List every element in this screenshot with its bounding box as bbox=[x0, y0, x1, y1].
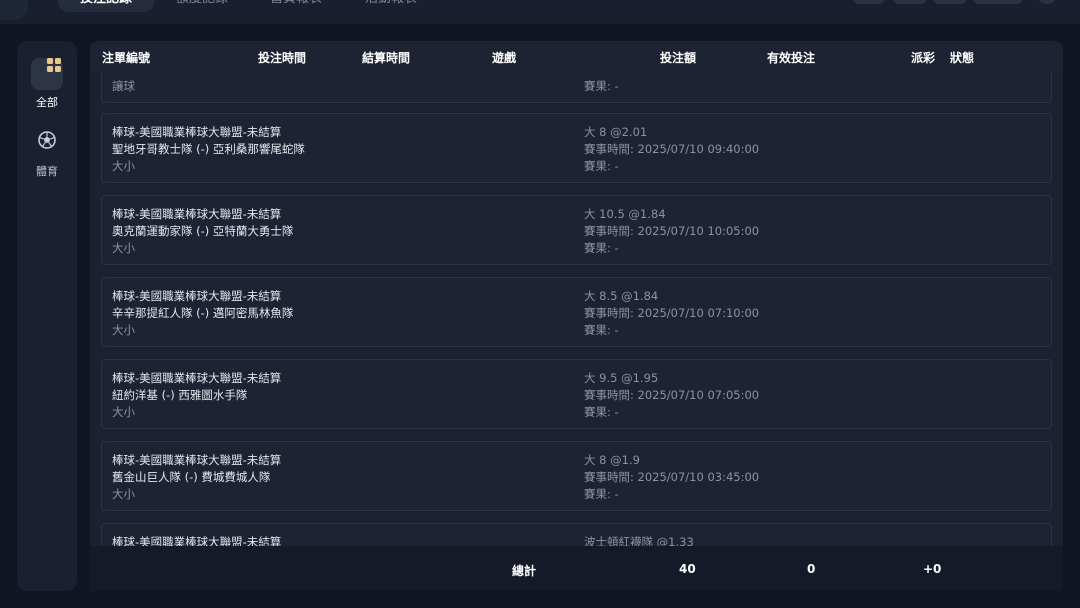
header-order-no: 注單編號 bbox=[102, 51, 151, 65]
row-league: 棒球-美國職業棒球大聯盟-未結算 bbox=[112, 371, 282, 385]
sidebar-item-sports[interactable]: 體育 bbox=[17, 127, 77, 179]
row-result: 賽果: - bbox=[584, 241, 619, 255]
table-row[interactable]: 棒球-美國職業棒球大聯盟-未結算 紐約洋基 (-) 西雅圖水手隊 大小 大 9.… bbox=[101, 359, 1052, 429]
tab-event-report[interactable]: 活動報表 bbox=[365, 0, 417, 10]
total-label: 總計 bbox=[512, 564, 537, 578]
row-event-time: 賽事時間: 2025/07/10 10:05:00 bbox=[584, 224, 760, 238]
row-league: 棒球-美國職業棒球大聯盟-未結算 bbox=[112, 125, 282, 139]
row-result: 賽果: - bbox=[584, 79, 619, 93]
total-valid-bet: 0 bbox=[807, 562, 816, 576]
row-result: 賽果: - bbox=[584, 405, 619, 419]
table-header: 注單編號 投注時間 結算時間 遊戲 投注額 有效投注 派彩 狀態 bbox=[90, 41, 1063, 71]
row-match: 紐約洋基 (-) 西雅圖水手隊 bbox=[112, 388, 248, 402]
row-pick: 大 9.5 @1.95 bbox=[584, 371, 659, 385]
sidebar-item-label: 體育 bbox=[36, 165, 58, 178]
row-pick: 大 10.5 @1.84 bbox=[584, 207, 666, 221]
tab-credit-records[interactable]: 額度記錄 bbox=[176, 0, 228, 10]
row-match: 奧克蘭運動家隊 (-) 亞特蘭大勇士隊 bbox=[112, 224, 294, 238]
table-footer-totals: 總計 40 0 +0 bbox=[90, 546, 1063, 591]
header-status: 狀態 bbox=[950, 51, 975, 65]
row-market: 讓球 bbox=[112, 79, 135, 93]
row-match: 辛辛那提紅人隊 (-) 邁阿密馬林魚隊 bbox=[112, 306, 294, 320]
row-pick: 大 8 @2.01 bbox=[584, 125, 648, 139]
row-market: 大小 bbox=[112, 241, 135, 255]
toolbar-button-2[interactable] bbox=[893, 0, 927, 4]
row-market: 大小 bbox=[112, 323, 135, 337]
toolbar-button-1[interactable] bbox=[853, 0, 885, 4]
row-event-time: 賽事時間: 2025/07/10 03:45:00 bbox=[584, 470, 760, 484]
table-row[interactable]: 讓球 賽果: - bbox=[101, 71, 1052, 103]
tab-profit-report[interactable]: 營負報表 bbox=[270, 0, 322, 10]
table-body[interactable]: 讓球 賽果: - 棒球-美國職業棒球大聯盟-未結算 聖地牙哥教士隊 (-) 亞利… bbox=[90, 71, 1063, 546]
row-market: 大小 bbox=[112, 159, 135, 173]
header-bet-time: 投注時間 bbox=[258, 51, 307, 65]
row-pick: 波士頓紅襪隊 @1.33 bbox=[584, 535, 694, 546]
top-tab-bar: 投注記錄 額度記錄 營負報表 活動報表 bbox=[0, 0, 1080, 24]
user-avatar[interactable] bbox=[1036, 0, 1058, 4]
row-league: 棒球-美國職業棒球大聯盟-未結算 bbox=[112, 207, 282, 221]
category-sidebar: 全部 體育 bbox=[17, 41, 77, 591]
header-settle-time: 結算時間 bbox=[362, 51, 411, 65]
header-bet-amount: 投注額 bbox=[660, 51, 697, 65]
soccer-ball-icon bbox=[31, 127, 63, 159]
row-match: 聖地牙哥教士隊 (-) 亞利桑那響尾蛇隊 bbox=[112, 142, 305, 156]
row-result: 賽果: - bbox=[584, 323, 619, 337]
row-event-time: 賽事時間: 2025/07/10 07:10:00 bbox=[584, 306, 760, 320]
sidebar-item-label: 全部 bbox=[36, 96, 58, 109]
grid-icon bbox=[31, 58, 63, 90]
table-row[interactable]: 棒球-美國職業棒球大聯盟-未結算 辛辛那提紅人隊 (-) 邁阿密馬林魚隊 大小 … bbox=[101, 277, 1052, 347]
bet-records-table: 注單編號 投注時間 結算時間 遊戲 投注額 有效投注 派彩 狀態 讓球 賽果: … bbox=[90, 41, 1063, 591]
row-market: 大小 bbox=[112, 487, 135, 501]
row-result: 賽果: - bbox=[584, 487, 619, 501]
row-league: 棒球-美國職業棒球大聯盟-未結算 bbox=[112, 453, 282, 467]
row-league: 棒球-美國職業棒球大聯盟-未結算 bbox=[112, 535, 282, 546]
row-market: 大小 bbox=[112, 405, 135, 419]
total-payout: +0 bbox=[923, 562, 942, 576]
top-left-cap bbox=[0, 0, 28, 20]
row-pick: 大 8.5 @1.84 bbox=[584, 289, 659, 303]
table-row[interactable]: 棒球-美國職業棒球大聯盟-未結算 聖地牙哥教士隊 (-) 亞利桑那響尾蛇隊 大小… bbox=[101, 113, 1052, 183]
table-row[interactable]: 棒球-美國職業棒球大聯盟-未結算 奧克蘭運動家隊 (-) 亞特蘭大勇士隊 大小 … bbox=[101, 195, 1052, 265]
toolbar-button-3[interactable] bbox=[933, 0, 967, 4]
table-row[interactable]: 棒球-美國職業棒球大聯盟-未結算 波士頓紅襪隊 @1.33 bbox=[101, 523, 1052, 546]
row-match: 舊金山巨人隊 (-) 費城費城人隊 bbox=[112, 470, 271, 484]
header-valid-bet: 有效投注 bbox=[767, 51, 816, 65]
sidebar-item-all[interactable]: 全部 bbox=[17, 58, 77, 110]
row-event-time: 賽事時間: 2025/07/10 07:05:00 bbox=[584, 388, 760, 402]
table-row[interactable]: 棒球-美國職業棒球大聯盟-未結算 舊金山巨人隊 (-) 費城費城人隊 大小 大 … bbox=[101, 441, 1052, 511]
tab-bet-records[interactable]: 投注記錄 bbox=[58, 0, 155, 12]
row-result: 賽果: - bbox=[584, 159, 619, 173]
row-league: 棒球-美國職業棒球大聯盟-未結算 bbox=[112, 289, 282, 303]
header-game: 遊戲 bbox=[492, 51, 517, 65]
total-bet-amount: 40 bbox=[679, 562, 696, 576]
toolbar-button-4[interactable] bbox=[973, 0, 1023, 4]
row-event-time: 賽事時間: 2025/07/10 09:40:00 bbox=[584, 142, 760, 156]
row-pick: 大 8 @1.9 bbox=[584, 453, 640, 467]
header-payout: 派彩 bbox=[911, 51, 936, 65]
